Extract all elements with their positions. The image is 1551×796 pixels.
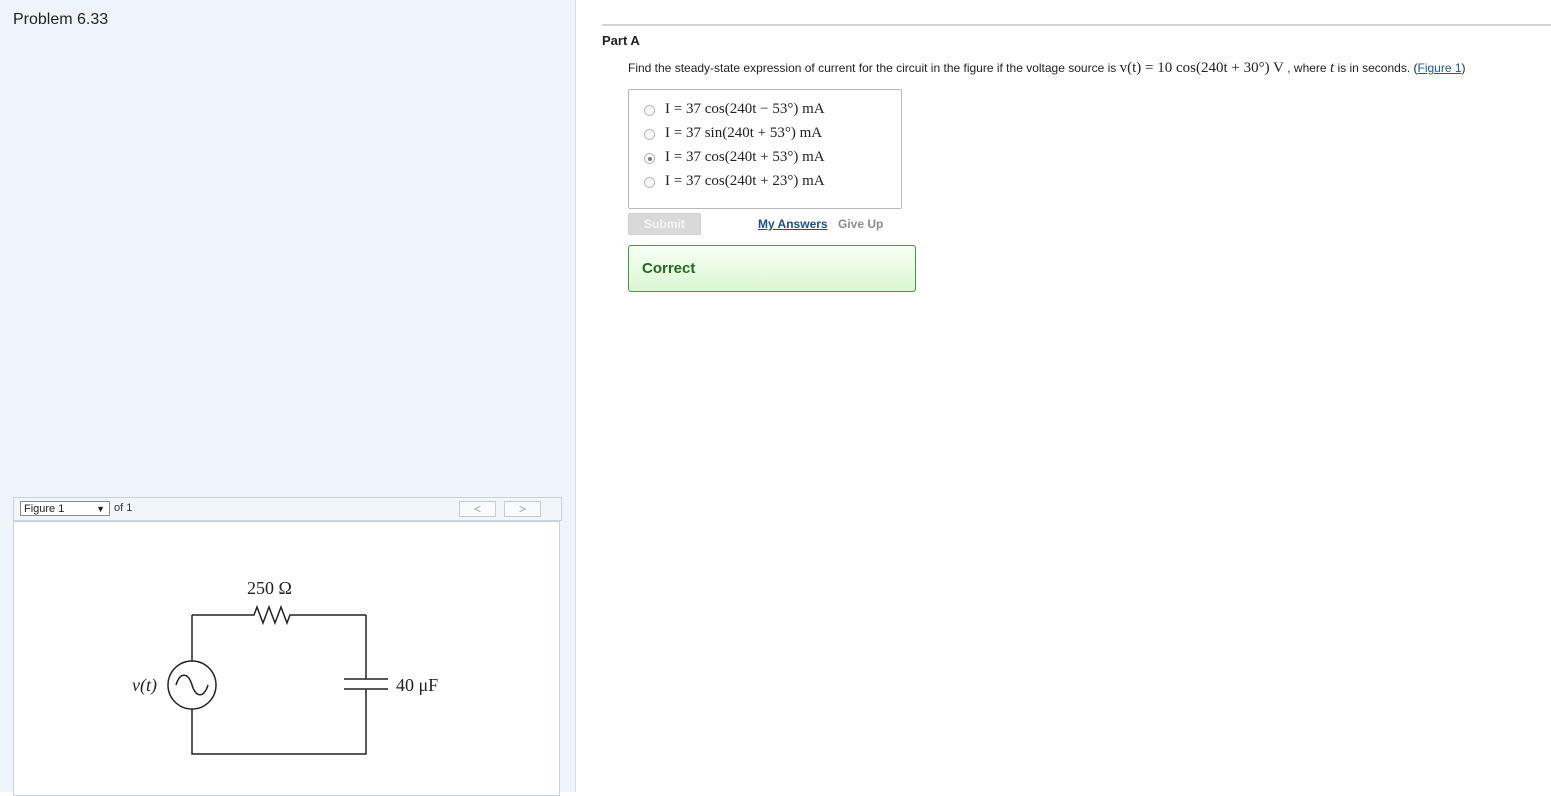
question-text: Find the steady-state expression of curr… [628, 60, 1466, 77]
radio-button[interactable] [644, 177, 655, 188]
figure-select-value: Figure 1 [24, 503, 65, 515]
figure-link[interactable]: Figure 1 [1418, 61, 1462, 75]
answer-choice-label: I = 37 cos(240t + 23°) mA [665, 173, 825, 189]
problem-pane: Problem 6.33 Figure 1 ▼ of 1 < > 250 Ω 4… [0, 0, 576, 796]
radio-button[interactable] [644, 129, 655, 140]
figure-select[interactable]: Figure 1 ▼ [20, 501, 110, 516]
source-label: v(t) [132, 675, 157, 696]
answer-choice-label: I = 37 sin(240t + 53°) mA [665, 125, 823, 141]
question-prefix: Find the steady-state expression of curr… [628, 61, 1117, 75]
submit-button[interactable]: Submit [628, 213, 701, 235]
question-variable: t [1329, 60, 1335, 76]
answer-choice-label: I = 37 cos(240t − 53°) mA [665, 101, 825, 117]
capacitor-label: 40 μF [396, 675, 438, 695]
part-label: Part A [602, 33, 640, 48]
next-figure-button[interactable]: > [504, 501, 541, 517]
right-wire-lower [191, 689, 367, 755]
radio-button[interactable] [644, 105, 655, 116]
figure-link-wrapper: (Figure 1) [1413, 61, 1466, 75]
figure-toolbar: Figure 1 ▼ of 1 < > [13, 497, 562, 521]
answer-choice-label: I = 37 cos(240t + 53°) mA [665, 149, 825, 165]
feedback-text: Correct [642, 260, 696, 277]
my-answers-link[interactable]: My Answers [758, 217, 828, 231]
top-wire [192, 604, 366, 626]
chevron-down-icon: ▼ [96, 504, 105, 514]
question-suffix: is in seconds. [1337, 61, 1411, 75]
question-equation: v(t) = 10 cos(240t + 30°) V [1119, 60, 1284, 76]
radio-button-selected[interactable] [644, 153, 655, 164]
prev-figure-button[interactable]: < [459, 501, 496, 517]
answer-choices: I = 37 cos(240t − 53°) mA I = 37 sin(240… [628, 89, 902, 209]
feedback-banner: Correct [628, 245, 916, 292]
figure-panel: 250 Ω 40 μF v(t) [13, 521, 560, 796]
question-mid: , where [1287, 61, 1327, 75]
figure-count: of 1 [114, 502, 133, 514]
resistor-label: 250 Ω [247, 578, 292, 598]
give-up-link[interactable]: Give Up [838, 217, 883, 231]
circuit-diagram: 250 Ω 40 μF v(t) [132, 578, 438, 755]
problem-title: Problem 6.33 [13, 11, 109, 28]
sine-wave-icon [175, 674, 209, 696]
part-divider [602, 24, 1551, 26]
